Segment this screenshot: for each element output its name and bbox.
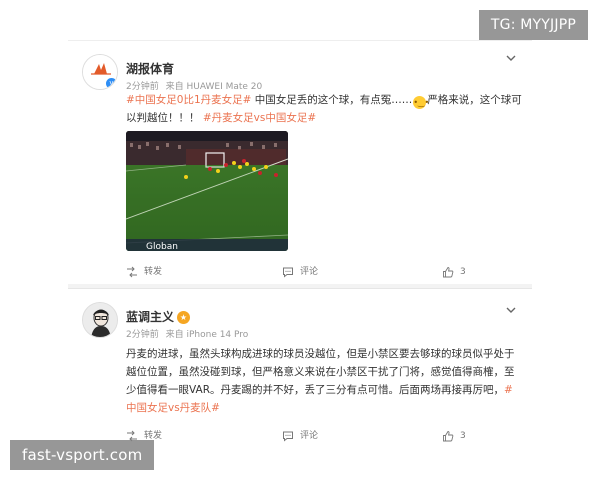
- smirk-emoji-icon: •‿•: [413, 96, 430, 109]
- weibo-post-card-2: 蓝调主义 ★ 2分钟前 来自 iPhone 14 Pro 丹麦的进球，虽然头球构成…: [68, 288, 532, 449]
- post-text-1: #中国女足0比1丹麦女足# 中国女足丢的这个球，有点冤……•‿•严格来说，这个球…: [126, 91, 522, 127]
- post-meta-2: 2分钟前 来自 iPhone 14 Pro: [126, 327, 252, 340]
- author-avatar-2[interactable]: [82, 302, 118, 338]
- post-text-2: 丹麦的进球，虽然头球构成进球的球员没越位，但是小禁区要去够球的球员似乎处于越位位…: [126, 345, 522, 417]
- comment-icon: [283, 431, 293, 442]
- author-name-2[interactable]: 蓝调主义 ★: [126, 308, 191, 325]
- post-time-2: 2分钟前: [126, 330, 159, 340]
- topic-link[interactable]: #中国女足0比1丹麦女足#: [126, 94, 251, 106]
- like-count: 3: [460, 267, 466, 277]
- like-button[interactable]: 3: [442, 262, 466, 282]
- verified-badge-icon: v: [105, 77, 117, 89]
- comment-button[interactable]: 评论: [282, 426, 318, 446]
- author-avatar-1[interactable]: v: [82, 54, 118, 90]
- post-text-segment: 丹麦的进球，虽然头球构成进球的球员没越位，但是小禁区要去够球的球员似乎处于越位位…: [126, 348, 515, 396]
- like-button[interactable]: 3: [442, 426, 466, 446]
- repost-icon: [127, 266, 137, 278]
- comment-label: 评论: [300, 431, 319, 441]
- weibo-post-card-1: v 湖报体育 2分钟前 来自 HUAWEI Mate 20 #中国女足0比1丹麦…: [68, 40, 532, 286]
- post-actions-1: 转发 评论 3: [68, 262, 532, 282]
- comment-icon: [283, 267, 293, 278]
- post-text-segment: 中国女足丢的这个球，有点冤……: [251, 94, 413, 106]
- post-source-2: 来自 iPhone 14 Pro: [165, 330, 249, 340]
- comment-button[interactable]: 评论: [282, 262, 318, 282]
- chevron-down-icon[interactable]: [504, 303, 518, 317]
- soccer-match-photo: Globan: [126, 131, 288, 251]
- like-count: 3: [460, 431, 466, 441]
- author-name-text: 蓝调主义: [126, 310, 175, 324]
- thumbs-up-icon: [443, 267, 454, 278]
- author-name-1[interactable]: 湖报体育: [126, 60, 174, 77]
- thumbs-up-icon: [443, 431, 454, 442]
- post-image[interactable]: Globan: [126, 131, 288, 251]
- comment-label: 评论: [300, 267, 319, 277]
- topic-link[interactable]: #丹麦女足vs中国女足#: [203, 112, 316, 124]
- portrait-avatar-icon: [83, 303, 117, 337]
- member-badge-icon: ★: [177, 311, 191, 324]
- watermark-bottom: fast-vsport.com: [10, 440, 155, 470]
- chevron-down-icon[interactable]: [504, 51, 518, 65]
- repost-label: 转发: [144, 267, 163, 277]
- watermark-top: TG: MYYJJPP: [478, 10, 588, 40]
- image-caption: Globan: [146, 242, 178, 251]
- repost-button[interactable]: 转发: [126, 262, 162, 282]
